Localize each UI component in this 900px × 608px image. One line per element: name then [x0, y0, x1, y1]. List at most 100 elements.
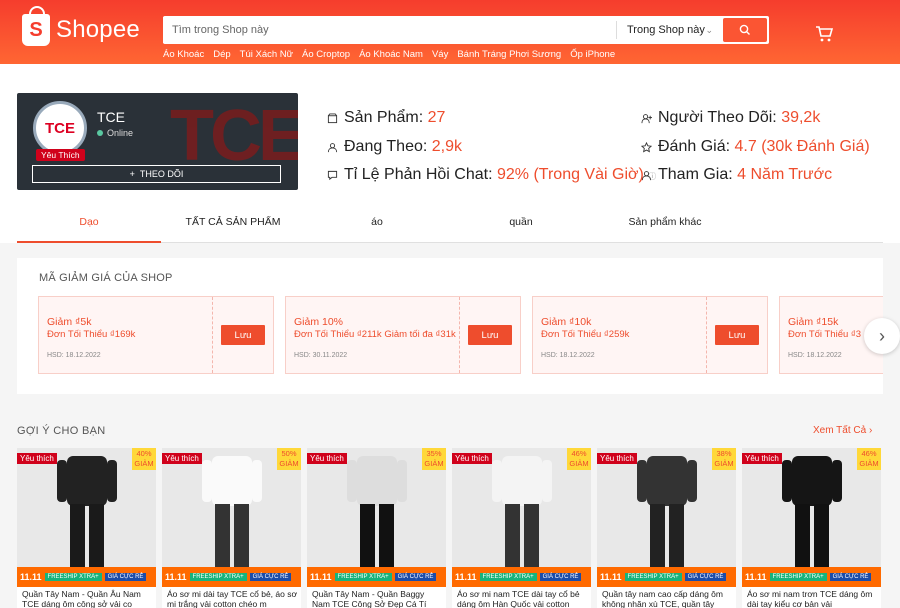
tab-dao[interactable]: Dạo: [17, 207, 161, 243]
see-all-label: Xem Tất Cả: [813, 425, 867, 436]
online-label: Online: [107, 128, 134, 138]
sale-label: 11.11: [165, 572, 187, 582]
favorite-badge: Yêu thích: [742, 453, 782, 464]
stat-label: Tham Gia:: [658, 166, 733, 183]
tab-quan[interactable]: quần: [449, 207, 593, 243]
user-check-icon: [641, 170, 652, 180]
freeship-badge: FREESHIP XTRA+: [769, 573, 827, 581]
favorite-badge: Yêu thích: [597, 453, 637, 464]
discount-value: 46%: [571, 449, 587, 458]
voucher-expiry: HSD: 18.12.2022: [788, 352, 842, 359]
header-bar: S Shopee Trong Shop này ⌄ Áo Khoác Dép T…: [0, 0, 900, 64]
search-button[interactable]: [723, 18, 767, 42]
shop-card: TCE TCE Yêu Thích TCE Online + THEO DÕI: [17, 93, 298, 190]
product-name[interactable]: Áo sơ mi nam TCE dài tay cổ bẻ dáng ôm H…: [457, 589, 588, 608]
freeship-badge: FREESHIP XTRA+: [44, 573, 102, 581]
see-all-link[interactable]: Xem Tất Cả ›: [813, 425, 872, 436]
discount-value: 38%: [716, 449, 732, 458]
stat-value: 27: [427, 109, 446, 126]
cheap-badge: GIÁ CỰC RẺ: [539, 573, 582, 581]
logo-text: Shopee: [56, 16, 140, 43]
product-model-image: [57, 456, 117, 568]
cheap-badge: GIÁ CỰC RẺ: [104, 573, 147, 581]
keyword-link[interactable]: Ốp iPhone: [570, 49, 615, 60]
stat-label: Đang Theo:: [344, 138, 428, 155]
product-name[interactable]: Áo sơ mi dài tay TCE cổ bẻ, áo sơ mi trắ…: [167, 589, 298, 608]
product-model-image: [492, 456, 552, 568]
stat-label: Đánh Giá:: [658, 138, 731, 155]
cart-button[interactable]: [814, 24, 834, 49]
keyword-link[interactable]: Áo Khoác Nam: [359, 49, 423, 60]
favorite-badge: Yêu thích: [307, 453, 347, 464]
next-arrow-button[interactable]: ›: [864, 318, 900, 354]
stat-following: Đang Theo: 2,9k: [327, 138, 462, 156]
tab-all-products[interactable]: TẤT CẢ SẢN PHẨM: [161, 207, 305, 243]
sale-label: 11.11: [455, 572, 477, 582]
cheap-badge: GIÁ CỰC RẺ: [394, 573, 437, 581]
voucher-expiry: HSD: 30.11.2022: [294, 352, 348, 359]
stat-products: Sản Phẩm: 27: [327, 109, 445, 127]
product-grid: Yêu thích 40% GIẢM 11.11 FREESHIP XTRA+ G…: [17, 448, 883, 608]
voucher-title: MÃ GIẢM GIÁ CỦA SHOP: [39, 272, 173, 284]
discount-value: 40%: [136, 449, 152, 458]
favorite-badge: Yêu thích: [162, 453, 202, 464]
stat-label: Sản Phẩm:: [344, 109, 424, 126]
shopee-logo[interactable]: S Shopee: [22, 6, 140, 46]
discount-label: GIẢM: [859, 459, 879, 468]
voucher-section: MÃ GIẢM GIÁ CỦA SHOP Giảm ₫5k Đơn Tối Th…: [17, 258, 883, 394]
chevron-right-icon: ›: [868, 425, 873, 436]
product-card[interactable]: Yêu thích 50% GIẢM 11.11 FREESHIP XTRA+ G…: [162, 448, 301, 608]
discount-value: 46%: [861, 449, 877, 458]
discount-label: GIẢM: [279, 459, 299, 468]
search-icon: [739, 24, 750, 35]
discount-badge: 46% GIẢM: [567, 448, 591, 470]
keyword-link[interactable]: Dép: [213, 49, 230, 60]
tab-ao[interactable]: áo: [305, 207, 449, 243]
stat-joined: Tham Gia: 4 Năm Trước: [641, 166, 832, 184]
favorite-badge: Yêu Thích: [36, 149, 85, 161]
voucher-divider: [706, 297, 707, 373]
follow-button[interactable]: + THEO DÕI: [32, 165, 281, 183]
stat-label: Người Theo Dõi:: [658, 109, 777, 126]
star-icon: [641, 141, 652, 153]
product-card[interactable]: Yêu thích 46% GIẢM 11.11 FREESHIP XTRA+ G…: [452, 448, 591, 608]
voucher-condition: Đơn Tối Thiểu ₫211k Giảm tối đa ₫31k: [294, 329, 456, 340]
save-voucher-button[interactable]: Lưu: [715, 325, 759, 345]
promo-strip: 11.11 FREESHIP XTRA+ GIÁ CỰC RẺ: [742, 567, 881, 587]
discount-value: 50%: [281, 449, 297, 458]
voucher-amount: Giảm ₫10k: [541, 316, 592, 328]
keyword-link[interactable]: Áo Croptop: [302, 49, 350, 60]
product-card[interactable]: Yêu thích 40% GIẢM 11.11 FREESHIP XTRA+ G…: [17, 448, 156, 608]
discount-value: 35%: [426, 449, 442, 458]
freeship-badge: FREESHIP XTRA+: [479, 573, 537, 581]
product-model-image: [782, 456, 842, 568]
stat-value: 2,9k: [431, 138, 463, 155]
keyword-link[interactable]: Bánh Tráng Phơi Sương: [457, 49, 561, 60]
stat-label: Tỉ Lệ Phản Hồi Chat:: [344, 166, 493, 183]
product-name[interactable]: Áo sơ mi nam trơn TCE dáng ôm dài tay ki…: [747, 589, 878, 608]
person-icon: [327, 142, 338, 152]
stat-value: 4.7 (30k Đánh Giá): [734, 138, 870, 155]
keyword-link[interactable]: Áo Khoác: [163, 49, 204, 60]
product-card[interactable]: Yêu thích 38% GIẢM 11.11 FREESHIP XTRA+ G…: [597, 448, 736, 608]
promo-strip: 11.11 FREESHIP XTRA+ GIÁ CỰC RẺ: [597, 567, 736, 587]
product-name[interactable]: Quần Tây Nam - Quần Âu Nam TCE dáng ôm c…: [22, 589, 153, 608]
keyword-link[interactable]: Váy: [432, 49, 448, 60]
tab-other-products[interactable]: Sản phẩm khác: [593, 207, 737, 243]
search-input[interactable]: [163, 17, 616, 43]
product-name[interactable]: Quần Tây Nam - Quần Baggy Nam TCE Công S…: [312, 589, 443, 608]
avatar[interactable]: TCE: [33, 101, 87, 155]
product-name[interactable]: Quần tây nam cao cấp dáng ôm không nhăn …: [602, 589, 733, 608]
promo-strip: 11.11 FREESHIP XTRA+ GIÁ CỰC RẺ: [452, 567, 591, 587]
product-card[interactable]: Yêu thích 35% GIẢM 11.11 FREESHIP XTRA+ G…: [307, 448, 446, 608]
search-box: Trong Shop này ⌄: [163, 16, 769, 44]
sale-label: 11.11: [745, 572, 767, 582]
voucher-amount: Giảm 10%: [294, 316, 344, 328]
save-voucher-button[interactable]: Lưu: [468, 325, 512, 345]
search-scope-dropdown[interactable]: Trong Shop này ⌄: [616, 21, 723, 39]
discount-label: GIẢM: [424, 459, 444, 468]
save-voucher-button[interactable]: Lưu: [221, 325, 265, 345]
product-card[interactable]: Yêu thích 46% GIẢM 11.11 FREESHIP XTRA+ G…: [742, 448, 881, 608]
keyword-link[interactable]: Túi Xách Nữ: [240, 49, 293, 60]
voucher-condition: Đơn Tối Thiểu ₫169k: [47, 329, 136, 340]
